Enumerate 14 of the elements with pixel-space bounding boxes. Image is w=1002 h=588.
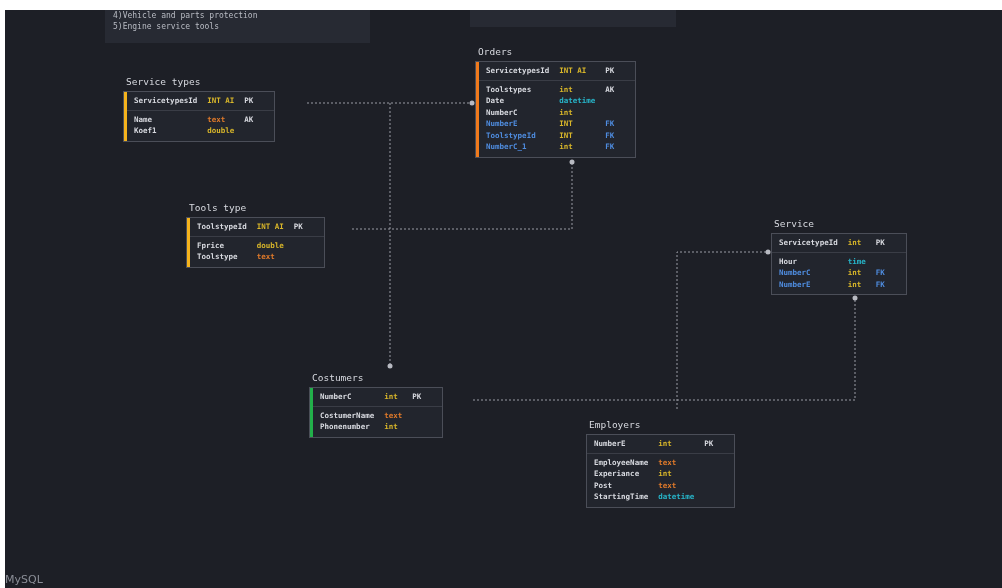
table-title[interactable]: Service — [774, 218, 815, 229]
footer-label: MySQL — [5, 573, 43, 586]
connector-dot-icon — [765, 249, 771, 255]
table-title[interactable]: Employers — [589, 419, 641, 430]
note-text: 4)Vehicle and parts protection — [113, 10, 259, 21]
connector-dot-icon — [469, 100, 475, 106]
table-title[interactable]: Costumers — [312, 372, 364, 383]
connector-dot-icon — [569, 159, 575, 165]
table-title[interactable]: Tools type — [189, 202, 247, 213]
connector-dot-icon — [387, 363, 393, 369]
note-text: 5)Engine service tools — [113, 21, 220, 32]
table-title[interactable]: Service types — [126, 76, 201, 87]
connector-dot-icon — [852, 295, 858, 301]
table-title[interactable]: Orders — [478, 46, 513, 57]
